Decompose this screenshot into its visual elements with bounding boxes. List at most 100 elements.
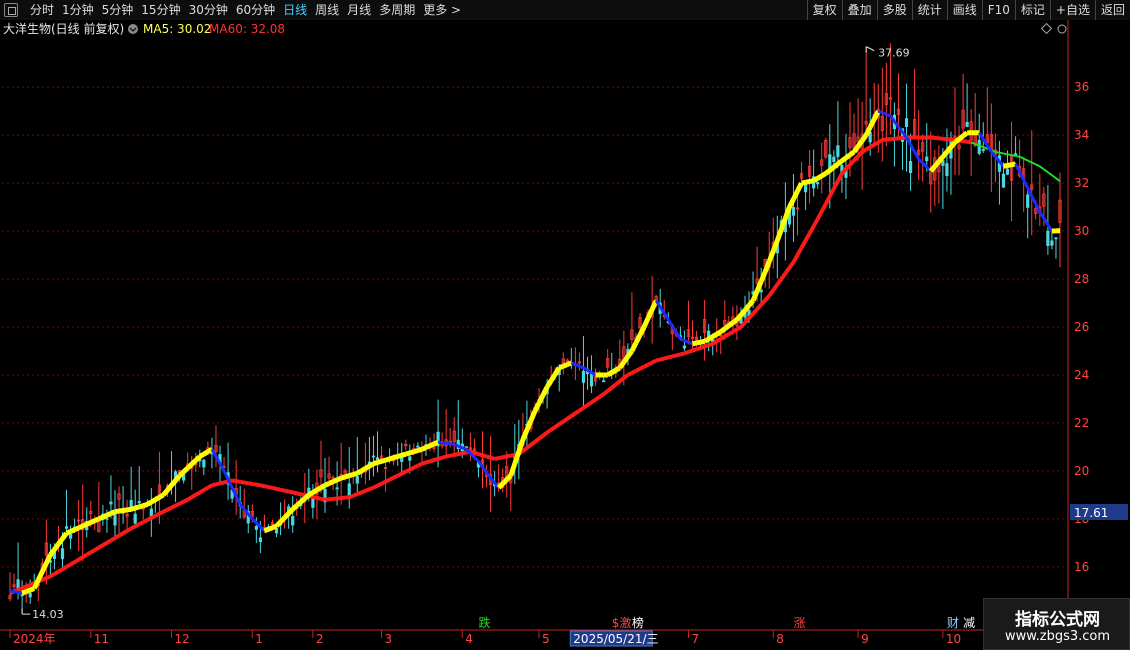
- ma5-segment: [173, 474, 182, 483]
- timeframe-tab[interactable]: 30分钟: [185, 0, 232, 20]
- time-tick-label: 7: [691, 632, 699, 646]
- timeframe-tab[interactable]: 1分钟: [58, 0, 98, 20]
- ma60-segment: [574, 408, 581, 415]
- ma60-segment: [239, 479, 245, 485]
- indicator-settings-icon[interactable]: [128, 24, 138, 34]
- ma5-segment: [629, 341, 639, 353]
- ma5-segment: [161, 488, 170, 497]
- ma60-segment: [594, 395, 601, 402]
- timeframe-tab[interactable]: 分时: [26, 0, 58, 20]
- ma60-segment: [679, 351, 685, 357]
- ma5-segment: [731, 317, 739, 325]
- ma5-segment: [945, 145, 953, 154]
- ma60-segment: [635, 367, 641, 373]
- toolbar-right-buttons: 复权 叠加 多股 统计 画线 F10 标记 +自选 返回: [806, 0, 1130, 20]
- toolbar-button[interactable]: 画线: [946, 0, 982, 20]
- timeframe-tab[interactable]: 多周期: [375, 0, 419, 20]
- ma60-segment: [388, 475, 395, 482]
- ma5-segment: [545, 379, 554, 389]
- ma60-segment: [970, 141, 976, 145]
- candle-body: [589, 373, 594, 387]
- kline-chart[interactable]: 161820222426283032343617.612024年11121234…: [0, 20, 1130, 650]
- timeframe-tab[interactable]: 60分钟: [232, 0, 279, 20]
- ma5-segment: [424, 443, 432, 450]
- ma60-segment: [473, 450, 480, 457]
- toolbar-button[interactable]: 标记: [1014, 0, 1050, 20]
- ma60-segment: [999, 151, 1004, 155]
- ma5-segment: [558, 363, 565, 371]
- candle-body: [832, 156, 836, 162]
- ma60-segment: [751, 307, 759, 315]
- ma60-segment: [477, 452, 484, 458]
- toolbar-button[interactable]: 统计: [911, 0, 947, 20]
- candle-body: [347, 483, 351, 497]
- ma5-segment: [675, 331, 682, 340]
- time-tick-label: 1: [255, 632, 263, 646]
- ma5-segment: [953, 137, 961, 145]
- ma5-segment: [413, 448, 419, 455]
- circle-icon[interactable]: [1057, 24, 1067, 34]
- ma5-segment: [735, 313, 743, 322]
- ma60-segment: [655, 357, 661, 363]
- toolbar-button[interactable]: 多股: [876, 0, 912, 20]
- ma5-segment: [1034, 203, 1042, 213]
- ma60-segment: [360, 489, 367, 495]
- toolbar-button[interactable]: +自选: [1049, 0, 1095, 20]
- ma60-segment: [663, 355, 669, 361]
- ma60-segment: [206, 483, 213, 490]
- time-tick-label: 10: [946, 632, 961, 646]
- ma60-segment: [1003, 152, 1008, 156]
- candle-body: [1005, 168, 1010, 175]
- ma60-segment: [848, 159, 856, 167]
- toolbar-button[interactable]: 复权: [806, 0, 842, 20]
- ma60-segment: [699, 344, 706, 350]
- toolbar-button[interactable]: 返回: [1094, 0, 1130, 20]
- ma60-segment: [170, 503, 177, 510]
- ma60-segment: [502, 454, 508, 460]
- ma5-segment: [21, 589, 28, 596]
- ma60-segment: [368, 485, 375, 492]
- toolbar-button[interactable]: 叠加: [841, 0, 877, 20]
- ma60-segment: [384, 477, 391, 484]
- ma60-segment: [598, 392, 605, 399]
- ma5-segment: [25, 587, 32, 594]
- timeframe-tab[interactable]: 月线: [343, 0, 375, 20]
- ma60-segment: [190, 493, 197, 499]
- diamond-icon[interactable]: [1040, 22, 1053, 35]
- candles-layer: [8, 43, 1062, 615]
- ma60-segment: [73, 557, 80, 564]
- ma60-segment: [703, 343, 710, 349]
- ma5-segment: [932, 159, 941, 168]
- ma60-segment: [251, 481, 257, 487]
- timeframe-tab[interactable]: 5分钟: [98, 0, 138, 20]
- ma5-segment: [562, 362, 569, 369]
- ma60-segment: [537, 434, 545, 441]
- ma5-segment: [860, 133, 869, 143]
- ma60-segment: [767, 289, 775, 297]
- ma60-segment: [735, 325, 742, 332]
- timeframe-tab[interactable]: 更多 >: [419, 0, 465, 20]
- ma5-segment: [982, 138, 989, 147]
- ma5-segment: [307, 490, 315, 498]
- ma5-segment: [388, 455, 395, 462]
- ma60-segment: [53, 569, 60, 576]
- ma5-segment: [263, 526, 270, 534]
- ma60-segment: [296, 491, 302, 497]
- ma5-segment: [727, 320, 735, 328]
- ma5-segment: [130, 505, 136, 512]
- ma5-segment: [48, 547, 57, 557]
- candle-body: [60, 548, 65, 560]
- ma5-segment: [303, 493, 311, 501]
- candle-body: [908, 160, 913, 174]
- ma60-segment: [113, 533, 121, 540]
- ma60-segment: [105, 538, 112, 545]
- ma60-segment: [182, 497, 189, 504]
- timeframe-tab[interactable]: 日线: [279, 0, 311, 20]
- toolbar-button[interactable]: F10: [981, 0, 1015, 20]
- window-menu-icon[interactable]: [4, 3, 18, 17]
- ma5-segment: [1042, 217, 1050, 226]
- timeframe-tab[interactable]: 15分钟: [137, 0, 184, 20]
- timeframe-tab[interactable]: 周线: [311, 0, 343, 20]
- candle-body: [836, 145, 840, 157]
- low-annotation: 14.03: [32, 608, 64, 621]
